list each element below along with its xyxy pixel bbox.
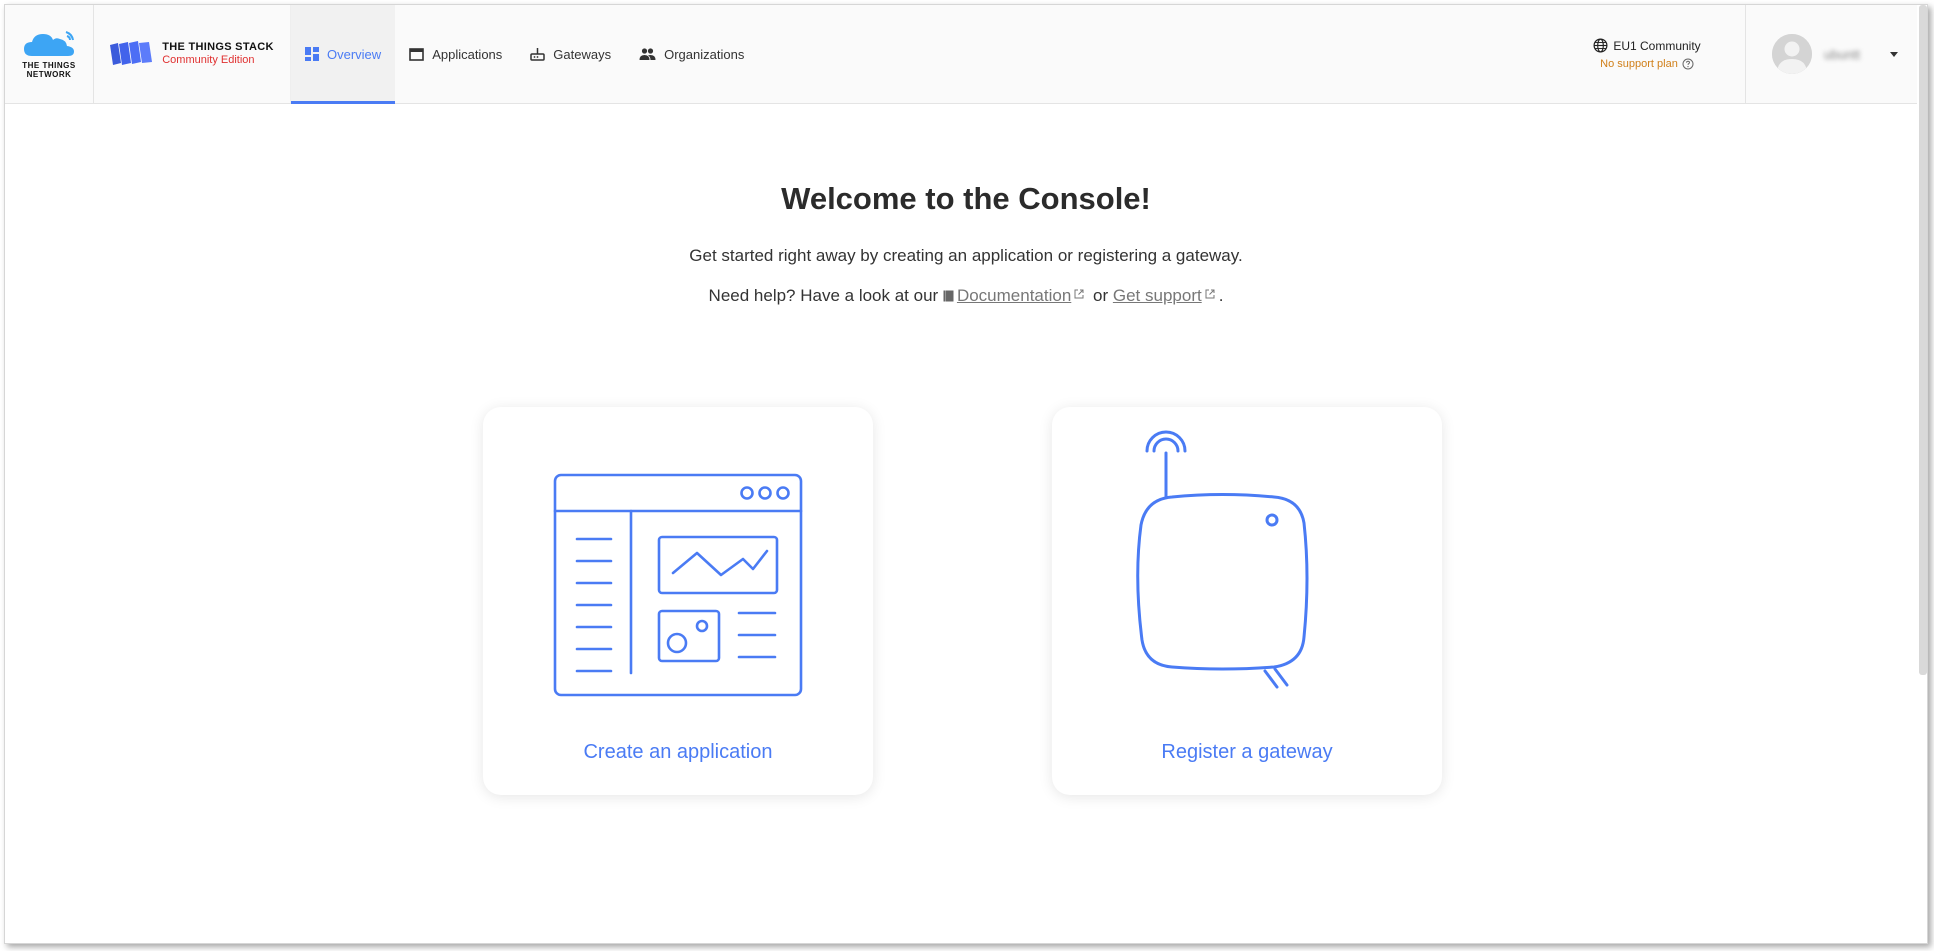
help-or: or — [1093, 286, 1109, 305]
cloud-logo-icon — [24, 31, 74, 56]
page-title: Welcome to the Console! — [781, 181, 1151, 216]
main-nav: Overview Applications Gateways Organizat… — [291, 5, 758, 104]
book-icon — [943, 290, 954, 302]
nav-gateways[interactable]: Gateways — [516, 5, 625, 103]
chevron-down-icon — [1890, 51, 1898, 57]
nav-organizations-label: Organizations — [664, 46, 745, 62]
register-gateway-label: Register a gateway — [1161, 741, 1333, 763]
support-plan-text: No support plan — [1600, 58, 1678, 70]
tts-logo-edition: Community Edition — [162, 54, 255, 66]
create-application-label: Create an application — [583, 741, 773, 763]
gateway-illustration-icon — [1136, 430, 1309, 689]
tts-logo[interactable]: THE THINGS STACK Community Edition — [94, 5, 291, 103]
tts-logo-title: THE THINGS STACK — [162, 41, 274, 53]
help-suffix: . — [1218, 286, 1224, 305]
avatar — [1772, 34, 1812, 74]
user-silhouette-icon — [1772, 34, 1812, 74]
nav-gateways-label: Gateways — [553, 46, 612, 62]
intro-text: Get started right away by creating an ap… — [689, 246, 1243, 265]
top-header: THE THINGS NETWORK THE THINGS STACK Comm… — [5, 5, 1917, 104]
external-link-icon — [1074, 289, 1084, 299]
nav-overview-label: Overview — [327, 46, 382, 62]
nav-applications-label: Applications — [432, 46, 503, 62]
dashboard-icon — [305, 47, 319, 61]
window-icon — [409, 47, 424, 61]
username: ubuntt — [1824, 46, 1861, 62]
gateway-icon — [530, 48, 546, 61]
ttn-logo[interactable]: THE THINGS NETWORK — [5, 5, 94, 103]
cluster-name: EU1 Community — [1613, 38, 1701, 53]
application-illustration-icon — [553, 473, 803, 697]
console-window: THE THINGS NETWORK THE THINGS STACK Comm… — [4, 4, 1928, 944]
external-link-icon — [1205, 289, 1215, 299]
documentation-link[interactable]: Documentation — [957, 286, 1071, 305]
create-application-card[interactable]: Create an application — [483, 407, 873, 795]
ttn-logo-text: THE THINGS NETWORK — [22, 61, 76, 79]
register-gateway-card[interactable]: Register a gateway — [1052, 407, 1442, 795]
help-prefix: Need help? Have a look at our — [708, 286, 939, 305]
vertical-scrollbar[interactable] — [1919, 5, 1927, 675]
help-line: Need help? Have a look at our Documentat… — [5, 286, 1927, 306]
help-circle-icon[interactable] — [1682, 58, 1694, 70]
nav-applications[interactable]: Applications — [395, 5, 516, 103]
tts-cards-icon — [110, 41, 153, 65]
cluster-info[interactable]: EU1 Community No support plan — [1587, 5, 1707, 103]
globe-icon — [1593, 38, 1608, 53]
get-support-link[interactable]: Get support — [1113, 286, 1202, 305]
nav-overview[interactable]: Overview — [291, 5, 396, 104]
nav-organizations[interactable]: Organizations — [625, 5, 758, 103]
people-icon — [639, 48, 656, 60]
user-menu[interactable]: ubuntt — [1745, 5, 1917, 103]
